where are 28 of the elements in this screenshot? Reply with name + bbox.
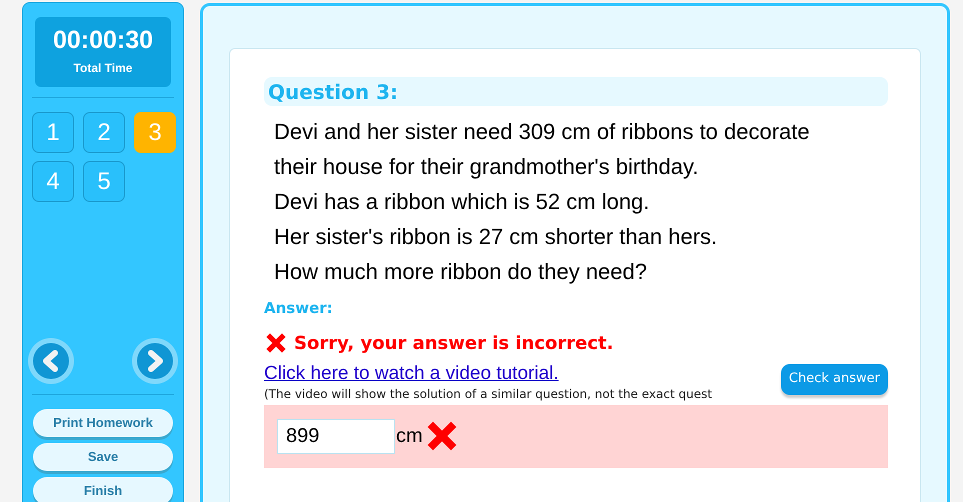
question-number-button[interactable]: 3 — [134, 112, 176, 153]
check-answer-button[interactable]: Check answer — [780, 364, 888, 394]
question-text: Devi and her sister need 309 cm of ribbons to decorate — [274, 118, 811, 146]
chevron-right-icon — [145, 350, 165, 372]
question-title: Question 3: — [268, 78, 398, 106]
chevron-left-icon — [41, 350, 61, 372]
sidebar-button[interactable]: Save — [33, 443, 173, 471]
question-number-button[interactable]: 4 — [32, 161, 74, 202]
timer-label: Total Time — [74, 60, 132, 76]
question-number-button[interactable]: 2 — [83, 112, 125, 153]
answer-label: Answer: — [264, 298, 334, 319]
unit-label: cm — [396, 424, 423, 449]
feedback-message: Sorry, your answer is incorrect. — [294, 332, 614, 356]
question-number-button[interactable]: 1 — [32, 112, 74, 153]
question-text: their house for their grandmother's birthday. — [274, 153, 700, 181]
question-text: How much more ribbon do they need? — [274, 258, 648, 286]
next-button[interactable] — [132, 338, 178, 384]
sidebar-button[interactable]: Print Homework — [33, 409, 173, 437]
question-text: Devi has a ribbon which is 52 cm long. — [274, 188, 650, 216]
video-note: (The video will show the solution of a similar question, not the exact quest — [264, 386, 712, 402]
cross-icon — [264, 331, 288, 355]
previous-button[interactable] — [28, 338, 74, 384]
video-tutorial-link[interactable]: Click here to watch a video tutorial. — [264, 362, 712, 384]
timer: 00:00:30 — [52, 28, 154, 52]
question-number-button[interactable]: 5 — [83, 161, 125, 202]
question-text: Her sister's ribbon is 27 cm shorter than hers. — [274, 223, 718, 251]
sidebar-button[interactable]: Finish — [33, 477, 173, 502]
answer-field[interactable]: 899 — [277, 418, 395, 454]
